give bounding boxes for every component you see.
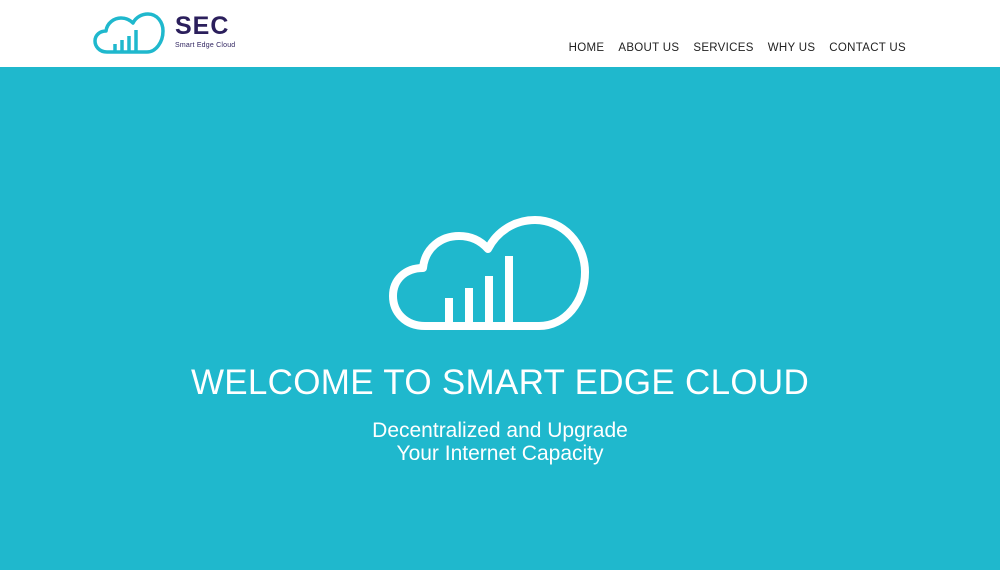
cloud-signal-icon: [93, 12, 165, 54]
hero-subtitle-line1: Decentralized and Upgrade: [372, 419, 628, 442]
hero-title: WELCOME TO SMART EDGE CLOUD: [190, 363, 810, 402]
nav-about-us[interactable]: ABOUT US: [618, 42, 679, 54]
hero-subtitle: Decentralized and Upgrade Your Internet …: [0, 419, 1000, 465]
logo-text: SEC Smart Edge Cloud: [175, 14, 235, 50]
nav-services[interactable]: SERVICES: [693, 42, 753, 54]
brand-logo[interactable]: SEC Smart Edge Cloud: [93, 12, 235, 56]
site-header: SEC Smart Edge Cloud HOME ABOUT US SERVI…: [0, 0, 1000, 67]
hero-section: WELCOME TO SMART EDGE CLOUD Decentralize…: [0, 67, 1000, 570]
hero-subtitle-line2: Your Internet Capacity: [396, 442, 604, 465]
logo-name: SEC: [175, 12, 230, 40]
logo-tagline: Smart Edge Cloud: [175, 42, 236, 49]
nav-contact-us[interactable]: CONTACT US: [829, 42, 906, 54]
main-nav: HOME ABOUT US SERVICES WHY US CONTACT US: [569, 42, 906, 54]
cloud-signal-icon: [389, 216, 589, 330]
nav-why-us[interactable]: WHY US: [768, 42, 816, 54]
nav-home[interactable]: HOME: [569, 42, 605, 54]
